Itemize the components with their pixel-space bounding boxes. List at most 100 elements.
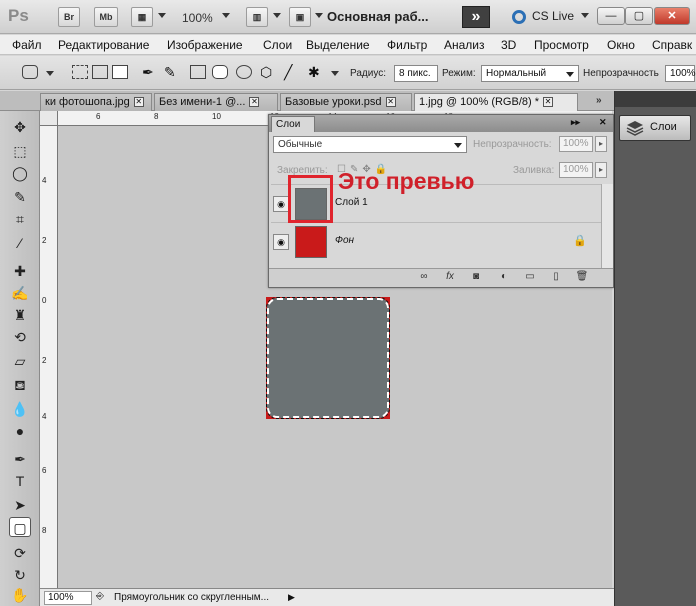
workspace-more-icon[interactable]: » bbox=[462, 6, 490, 28]
clone-stamp-icon[interactable]: ♜ bbox=[9, 305, 31, 325]
minimize-icon[interactable]: — bbox=[597, 7, 625, 25]
menu-view[interactable]: Просмотр bbox=[534, 38, 589, 52]
close-icon[interactable]: ✕ bbox=[249, 97, 260, 108]
polygon-tool-icon[interactable]: ⬡ bbox=[260, 65, 276, 79]
brush-tool-icon[interactable]: ✍ bbox=[9, 283, 31, 303]
paint-bucket-icon[interactable]: ⛾ bbox=[9, 375, 31, 395]
move-tool-icon[interactable]: ✥ bbox=[9, 117, 31, 137]
dock-header[interactable] bbox=[615, 91, 696, 107]
rounded-rectangle-shape[interactable] bbox=[266, 297, 390, 419]
menu-layers[interactable]: Слои bbox=[263, 38, 292, 52]
radius-input[interactable]: 8 пикс. bbox=[394, 65, 438, 82]
chevron-down-icon[interactable] bbox=[46, 71, 54, 76]
tab-layers[interactable]: Слои bbox=[271, 116, 315, 132]
tab-document-3[interactable]: Базовые уроки.psd ✕ bbox=[280, 93, 412, 111]
layer-style-icon[interactable]: fx bbox=[443, 271, 457, 285]
opacity-input[interactable]: 100% bbox=[665, 65, 696, 82]
tab-document-active[interactable]: 1.jpg @ 100% (RGB/8) * ✕ bbox=[414, 93, 578, 111]
layer-opacity-input[interactable]: 100% bbox=[559, 136, 593, 152]
background-layer-image[interactable] bbox=[266, 297, 390, 419]
layer-row[interactable]: ◉ Фон 🔒 bbox=[271, 222, 601, 260]
healing-brush-icon[interactable]: ✚ bbox=[9, 261, 31, 281]
menu-select[interactable]: Выделение bbox=[306, 38, 370, 52]
ruler-origin[interactable] bbox=[40, 111, 58, 126]
ellipse-tool-icon[interactable] bbox=[236, 65, 252, 79]
chevron-down-icon[interactable] bbox=[581, 13, 589, 18]
chevron-down-icon[interactable] bbox=[331, 71, 339, 76]
chevron-right-icon[interactable]: ▸ bbox=[595, 162, 607, 178]
close-icon[interactable]: ✕ bbox=[543, 97, 553, 108]
screen-mode-icon[interactable]: ▣ bbox=[289, 7, 311, 27]
mini-bridge-button[interactable]: Mb bbox=[94, 7, 118, 27]
chevron-down-icon[interactable] bbox=[273, 13, 281, 18]
menu-window[interactable]: Окно bbox=[607, 38, 635, 52]
adjustment-layer-icon[interactable]: ◐ bbox=[497, 271, 511, 285]
eye-icon[interactable]: ◉ bbox=[273, 234, 289, 250]
workspace-switcher[interactable]: Основная раб... bbox=[327, 9, 428, 24]
tab-document-2[interactable]: Без имени-1 @... ✕ bbox=[154, 93, 278, 111]
pen-tool-icon[interactable]: ✒ bbox=[9, 449, 31, 469]
menu-file[interactable]: Файл bbox=[12, 38, 42, 52]
3d-rotate-icon[interactable]: ⟳ bbox=[9, 543, 31, 563]
link-layers-icon[interactable]: ∞ bbox=[417, 271, 431, 285]
collapse-panel-icon[interactable]: ▸▸ bbox=[571, 117, 580, 128]
rounded-rectangle-tool-icon[interactable] bbox=[212, 65, 228, 79]
custom-shape-icon[interactable]: ✱ bbox=[308, 65, 324, 79]
line-tool-icon[interactable]: ╱ bbox=[284, 65, 300, 79]
crop-tool-icon[interactable]: ⌗ bbox=[9, 209, 31, 229]
layer-thumbnail[interactable] bbox=[295, 226, 327, 258]
status-menu-icon[interactable]: ▶ bbox=[288, 592, 295, 603]
panel-close-icon[interactable]: ✕ bbox=[599, 117, 607, 128]
layers-scrollbar[interactable] bbox=[601, 184, 613, 268]
add-mask-icon[interactable]: ◙ bbox=[469, 271, 483, 285]
menu-help[interactable]: Справк bbox=[652, 38, 692, 52]
rounded-rectangle-tool-icon[interactable]: ▢ bbox=[9, 517, 31, 537]
new-layer-icon[interactable]: ▯ bbox=[549, 271, 563, 285]
menu-edit[interactable]: Редактирование bbox=[58, 38, 149, 52]
chevron-down-icon[interactable] bbox=[222, 13, 230, 18]
close-icon[interactable]: ✕ bbox=[654, 7, 690, 25]
menu-analysis[interactable]: Анализ bbox=[444, 38, 485, 52]
zoom-level[interactable]: 100% bbox=[182, 11, 213, 25]
close-icon[interactable]: ✕ bbox=[385, 97, 396, 108]
status-zoom-input[interactable]: 100% bbox=[44, 591, 92, 605]
type-tool-icon[interactable]: T bbox=[9, 471, 31, 491]
chevron-down-icon[interactable] bbox=[315, 13, 323, 18]
eyedropper-tool-icon[interactable]: ⁄ bbox=[9, 233, 31, 253]
tool-preset-icon[interactable] bbox=[22, 65, 38, 79]
marquee-tool-icon[interactable]: ⬚ bbox=[9, 141, 31, 161]
arrange-documents-icon[interactable]: ▥ bbox=[246, 7, 268, 27]
rectangle-tool-icon[interactable] bbox=[190, 65, 206, 79]
path-selection-icon[interactable]: ➤ bbox=[9, 495, 31, 515]
eye-icon[interactable]: ◉ bbox=[273, 196, 289, 212]
history-brush-icon[interactable]: ⟲ bbox=[9, 327, 31, 347]
3d-orbit-icon[interactable]: ↻ bbox=[9, 565, 31, 585]
quick-selection-icon[interactable]: ✎ bbox=[9, 187, 31, 207]
tabs-overflow-icon[interactable]: » bbox=[596, 95, 602, 106]
maximize-icon[interactable]: ▢ bbox=[625, 7, 653, 25]
chevron-down-icon[interactable] bbox=[158, 13, 166, 18]
shape-layers-icon[interactable] bbox=[72, 65, 88, 79]
panel-header[interactable]: Слои ▸▸ ✕ bbox=[269, 115, 613, 132]
tab-document-1[interactable]: ки фотошопа.jpg ✕ bbox=[40, 93, 152, 111]
menu-image[interactable]: Изображение bbox=[167, 38, 243, 52]
delete-layer-icon[interactable]: 🗑 bbox=[575, 271, 589, 285]
eraser-tool-icon[interactable]: ▱ bbox=[9, 351, 31, 371]
hand-tool-icon[interactable]: ✋ bbox=[9, 585, 31, 605]
fill-input[interactable]: 100% bbox=[559, 162, 593, 178]
fill-pixels-icon[interactable] bbox=[112, 65, 128, 79]
paths-icon[interactable] bbox=[92, 65, 108, 79]
status-icon[interactable]: ⎆ bbox=[96, 591, 104, 602]
lasso-tool-icon[interactable]: ◯ bbox=[9, 163, 31, 183]
chevron-right-icon[interactable]: ▸ bbox=[595, 136, 607, 152]
freeform-pen-icon[interactable]: ✎ bbox=[164, 65, 180, 79]
pen-tool-icon[interactable]: ✒ bbox=[142, 65, 158, 79]
cs-live-button[interactable]: CS Live bbox=[532, 9, 574, 23]
new-group-icon[interactable]: ▭ bbox=[523, 271, 537, 285]
blur-tool-icon[interactable]: 💧 bbox=[9, 399, 31, 419]
view-extras-icon[interactable]: ▦ bbox=[131, 7, 153, 27]
bridge-button[interactable]: Br bbox=[58, 7, 80, 27]
mode-select[interactable]: Нормальный bbox=[481, 65, 579, 82]
layers-dock-button[interactable]: Слои bbox=[619, 115, 691, 141]
layer-name[interactable]: Фон bbox=[335, 235, 354, 246]
